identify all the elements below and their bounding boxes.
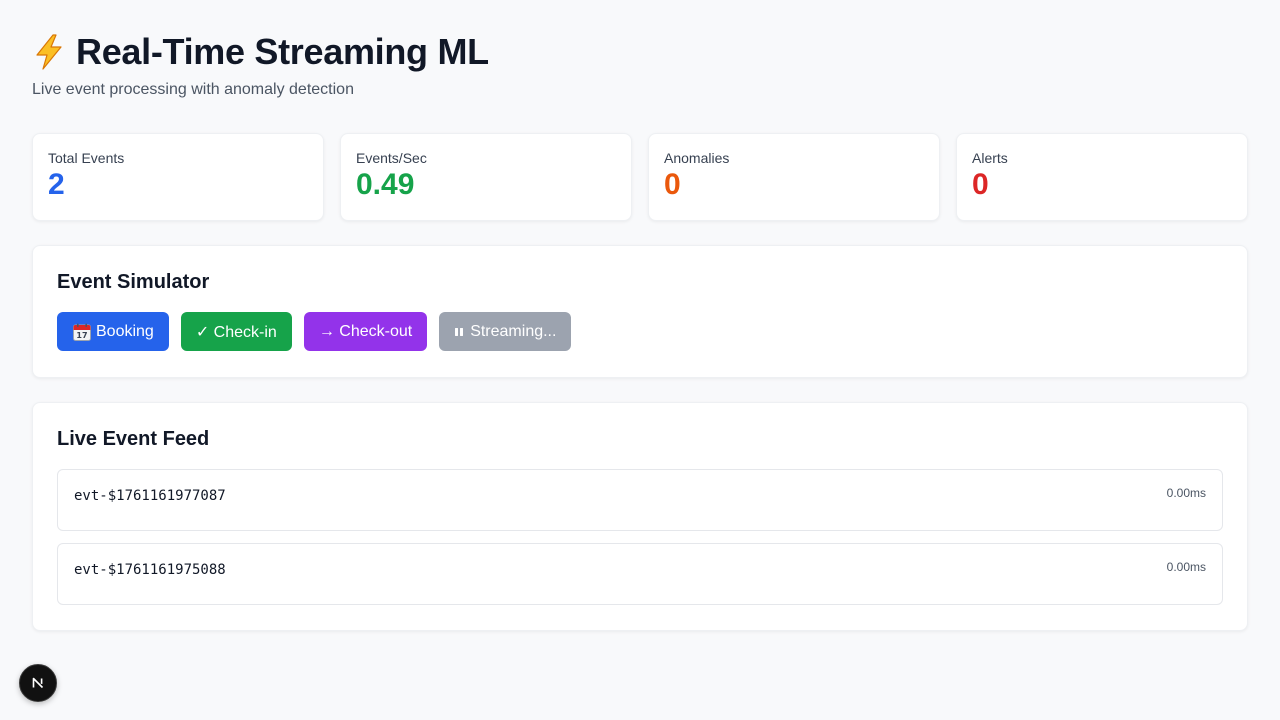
event-latency: 0.00ms: [1166, 486, 1206, 500]
event-id: evt-$1761161977087: [74, 488, 226, 504]
live-event-feed-title: Live Event Feed: [57, 428, 210, 450]
event-id: evt-$1761161975088: [74, 562, 226, 578]
lightning-bolt-icon: [32, 34, 66, 70]
event-feed-list: evt-$1761161977087 0.00ms evt-$176116197…: [57, 469, 1223, 605]
check-in-button-label: ✓ Check-in: [195, 323, 277, 341]
stat-card-total-events: Total Events 2: [32, 133, 324, 221]
stat-card-events-per-sec: Events/Sec 0.49: [340, 133, 632, 221]
stats-row: Total Events 2 Events/Sec 0.49 Anomalies…: [32, 133, 1248, 221]
page: Real-Time Streaming ML Live event proces…: [0, 0, 1280, 720]
svg-text:17: 17: [76, 331, 87, 340]
stat-value: 2: [48, 168, 65, 201]
check-out-button[interactable]: → Check-out: [303, 312, 428, 351]
pause-icon: [454, 327, 464, 337]
event-simulator-title: Event Simulator: [57, 271, 210, 293]
stat-value: 0: [664, 168, 681, 201]
booking-button[interactable]: 17 Booking: [57, 312, 169, 351]
streaming-toggle-button[interactable]: Streaming...: [439, 312, 572, 351]
title-row: Real-Time Streaming ML: [32, 31, 1248, 73]
check-out-button-label: → Check-out: [318, 322, 413, 340]
page-subtitle: Live event processing with anomaly detec…: [32, 81, 354, 98]
nextjs-logo-icon[interactable]: [19, 664, 57, 702]
stat-label: Alerts: [972, 150, 1008, 166]
streaming-button-label: Streaming...: [470, 322, 557, 340]
stat-label: Anomalies: [664, 150, 730, 166]
live-event-feed-panel: Live Event Feed evt-$1761161977087 0.00m…: [32, 402, 1248, 631]
simulator-buttons: 17 Booking ✓ Check-in → Check-out Stream: [57, 312, 1223, 351]
check-in-button[interactable]: ✓ Check-in: [180, 312, 292, 351]
stat-value: 0.49: [356, 168, 415, 201]
calendar-icon: 17: [72, 322, 92, 342]
event-row[interactable]: evt-$1761161977087 0.00ms: [57, 469, 1223, 531]
booking-button-label: Booking: [96, 322, 154, 340]
stat-label: Total Events: [48, 150, 125, 166]
stat-value: 0: [972, 168, 989, 201]
event-simulator-panel: Event Simulator 17 Booking ✓ Check-in → …: [32, 245, 1248, 378]
event-latency: 0.00ms: [1166, 560, 1206, 574]
stat-label: Events/Sec: [356, 150, 427, 166]
page-header: Real-Time Streaming ML Live event proces…: [32, 0, 1248, 99]
stat-card-alerts: Alerts 0: [956, 133, 1248, 221]
stat-card-anomalies: Anomalies 0: [648, 133, 940, 221]
event-row[interactable]: evt-$1761161975088 0.00ms: [57, 543, 1223, 605]
page-title: Real-Time Streaming ML: [76, 31, 489, 72]
